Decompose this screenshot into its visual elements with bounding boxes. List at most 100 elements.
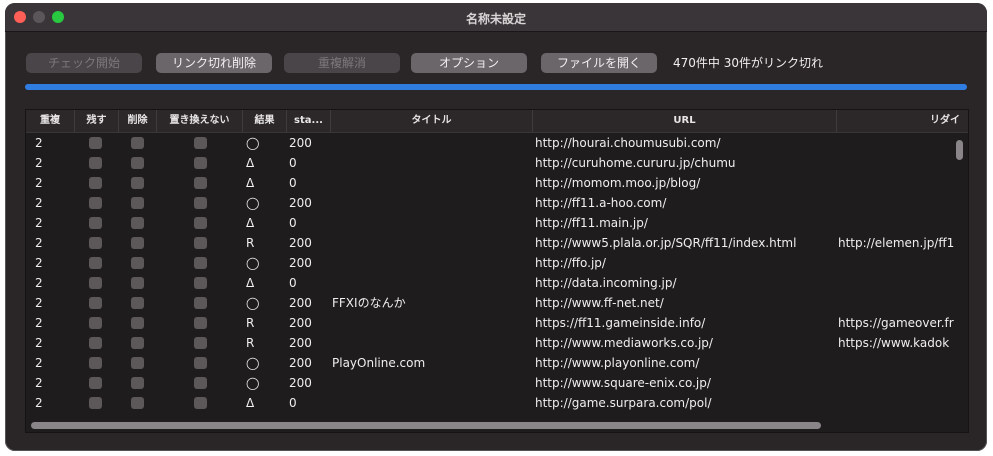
- no-replace-checkbox[interactable]: [194, 277, 207, 289]
- no-replace-checkbox[interactable]: [194, 397, 207, 409]
- column-header-result[interactable]: 結果: [242, 110, 286, 132]
- keep-checkbox[interactable]: [89, 357, 102, 369]
- open-file-button[interactable]: ファイルを開く: [541, 53, 657, 73]
- delete-checkbox[interactable]: [131, 277, 144, 289]
- delete-broken-links-button[interactable]: リンク切れ削除: [156, 53, 272, 73]
- delete-checkbox[interactable]: [131, 217, 144, 229]
- no-replace-checkbox[interactable]: [194, 177, 207, 189]
- delete-checkbox[interactable]: [131, 237, 144, 249]
- redirect-cell: http://elemen.jp/ff1: [838, 236, 955, 250]
- no-replace-checkbox[interactable]: [194, 137, 207, 149]
- delete-checkbox[interactable]: [131, 257, 144, 269]
- delete-checkbox[interactable]: [131, 297, 144, 309]
- column-header-dup[interactable]: 重複: [26, 110, 74, 132]
- keep-checkbox[interactable]: [89, 397, 102, 409]
- dup-count-cell: 2: [35, 136, 43, 150]
- horizontal-scrollbar[interactable]: [31, 422, 821, 429]
- column-header-status[interactable]: sta...: [286, 110, 330, 132]
- delete-checkbox[interactable]: [131, 157, 144, 169]
- table-row[interactable]: 2 ◯ 200 http://www.square-enix.co.jp/: [26, 373, 960, 393]
- keep-checkbox[interactable]: [89, 377, 102, 389]
- delete-checkbox[interactable]: [131, 317, 144, 329]
- no-replace-checkbox[interactable]: [194, 297, 207, 309]
- no-replace-checkbox[interactable]: [194, 197, 207, 209]
- delete-checkbox[interactable]: [131, 357, 144, 369]
- dedupe-button[interactable]: 重複解消: [284, 53, 400, 73]
- redirect-cell: [838, 273, 956, 293]
- redirect-cell: [838, 153, 956, 173]
- delete-checkbox[interactable]: [131, 397, 144, 409]
- url-cell: http://data.incoming.jp/: [535, 276, 677, 290]
- window-title: 名称未設定: [465, 12, 526, 26]
- delete-checkbox[interactable]: [131, 197, 144, 209]
- table-row[interactable]: 2 Δ 0 http://momom.moo.jp/blog/: [26, 173, 960, 193]
- url-cell: http://momom.moo.jp/blog/: [535, 176, 701, 190]
- keep-checkbox[interactable]: [89, 217, 102, 229]
- table-row[interactable]: 2 ◯ 200 http://ff11.a-hoo.com/: [26, 193, 960, 213]
- status-code-cell: 0: [289, 216, 297, 230]
- result-cell: R: [246, 336, 255, 350]
- keep-checkbox[interactable]: [89, 197, 102, 209]
- no-replace-checkbox[interactable]: [194, 377, 207, 389]
- column-header-title[interactable]: タイトル: [330, 110, 532, 132]
- no-replace-checkbox[interactable]: [194, 157, 207, 169]
- table-row[interactable]: 2 R 200 http://www.mediaworks.co.jp/https:/…: [26, 333, 960, 353]
- column-header-url[interactable]: URL: [532, 110, 836, 132]
- table-row[interactable]: 2 Δ 0 http://curuhome.cururu.jp/chumu: [26, 153, 960, 173]
- column-header-redirect[interactable]: リダイ: [836, 110, 968, 132]
- table-row[interactable]: 2 R 200 https://ff11.gameinside.info/https:…: [26, 313, 960, 333]
- no-replace-checkbox[interactable]: [194, 357, 207, 369]
- result-cell: ◯: [246, 296, 260, 310]
- dup-count-cell: 2: [35, 236, 43, 250]
- table-row[interactable]: 2 Δ 0 http://ff11.main.jp/: [26, 213, 960, 233]
- keep-checkbox[interactable]: [89, 137, 102, 149]
- status-code-cell: 0: [289, 396, 297, 410]
- column-header-delete[interactable]: 削除: [118, 110, 156, 132]
- status-code-cell: 0: [289, 176, 297, 190]
- keep-checkbox[interactable]: [89, 177, 102, 189]
- table-row[interactable]: 2 ◯ 200 http://ffo.jp/: [26, 253, 960, 273]
- delete-checkbox[interactable]: [131, 137, 144, 149]
- keep-checkbox[interactable]: [89, 257, 102, 269]
- keep-checkbox[interactable]: [89, 297, 102, 309]
- delete-checkbox[interactable]: [131, 377, 144, 389]
- options-button[interactable]: オプション: [411, 53, 527, 73]
- table-row[interactable]: 2 ◯ 200 PlayOnline.com http://www.playonline…: [26, 353, 960, 373]
- table-row[interactable]: 2 R 200 http://www5.plala.or.jp/SQR/ff11/in…: [26, 233, 960, 253]
- title-cell: [332, 213, 530, 233]
- no-replace-checkbox[interactable]: [194, 217, 207, 229]
- check-start-button[interactable]: チェック開始: [26, 53, 142, 73]
- title-bar: 名称未設定: [5, 3, 987, 32]
- keep-checkbox[interactable]: [89, 337, 102, 349]
- no-replace-checkbox[interactable]: [194, 237, 207, 249]
- redirect-cell: https://gameover.fr: [838, 316, 954, 330]
- title-cell: [332, 173, 530, 193]
- no-replace-checkbox[interactable]: [194, 257, 207, 269]
- redirect-cell: [838, 393, 956, 413]
- table-row[interactable]: 2 ◯ 200 FFXIのなんか http://www.ff-net.net/: [26, 293, 960, 313]
- keep-checkbox[interactable]: [89, 277, 102, 289]
- url-cell: http://ff11.a-hoo.com/: [535, 196, 667, 210]
- no-replace-checkbox[interactable]: [194, 317, 207, 329]
- no-replace-checkbox[interactable]: [194, 337, 207, 349]
- result-cell: Δ: [246, 396, 255, 410]
- delete-checkbox[interactable]: [131, 337, 144, 349]
- app-window: 名称未設定 チェック開始 リンク切れ削除 重複解消 オプション ファイルを開く …: [5, 3, 987, 451]
- vertical-scrollbar[interactable]: [956, 140, 963, 160]
- table-header: 重複 残す 削除 置き換えない 結果 sta... タイトル URL リダイ: [26, 110, 968, 133]
- title-cell: FFXIのなんか: [332, 296, 406, 310]
- keep-checkbox[interactable]: [89, 237, 102, 249]
- status-code-cell: 200: [289, 296, 312, 310]
- keep-checkbox[interactable]: [89, 157, 102, 169]
- table-row[interactable]: 2 Δ 0 http://data.incoming.jp/: [26, 273, 960, 293]
- table-row[interactable]: 2 ◯ 200 http://hourai.choumusubi.com/: [26, 133, 960, 153]
- table-row[interactable]: 2 Δ 0 http://game.surpara.com/pol/: [26, 393, 960, 413]
- column-header-no-replace[interactable]: 置き換えない: [156, 110, 242, 132]
- results-table: 重複 残す 削除 置き換えない 結果 sta... タイトル URL リダイ 2…: [25, 109, 969, 433]
- title-cell: [332, 273, 530, 293]
- keep-checkbox[interactable]: [89, 317, 102, 329]
- delete-checkbox[interactable]: [131, 177, 144, 189]
- column-header-keep[interactable]: 残す: [74, 110, 118, 132]
- redirect-cell: [838, 353, 956, 373]
- title-cell: [332, 153, 530, 173]
